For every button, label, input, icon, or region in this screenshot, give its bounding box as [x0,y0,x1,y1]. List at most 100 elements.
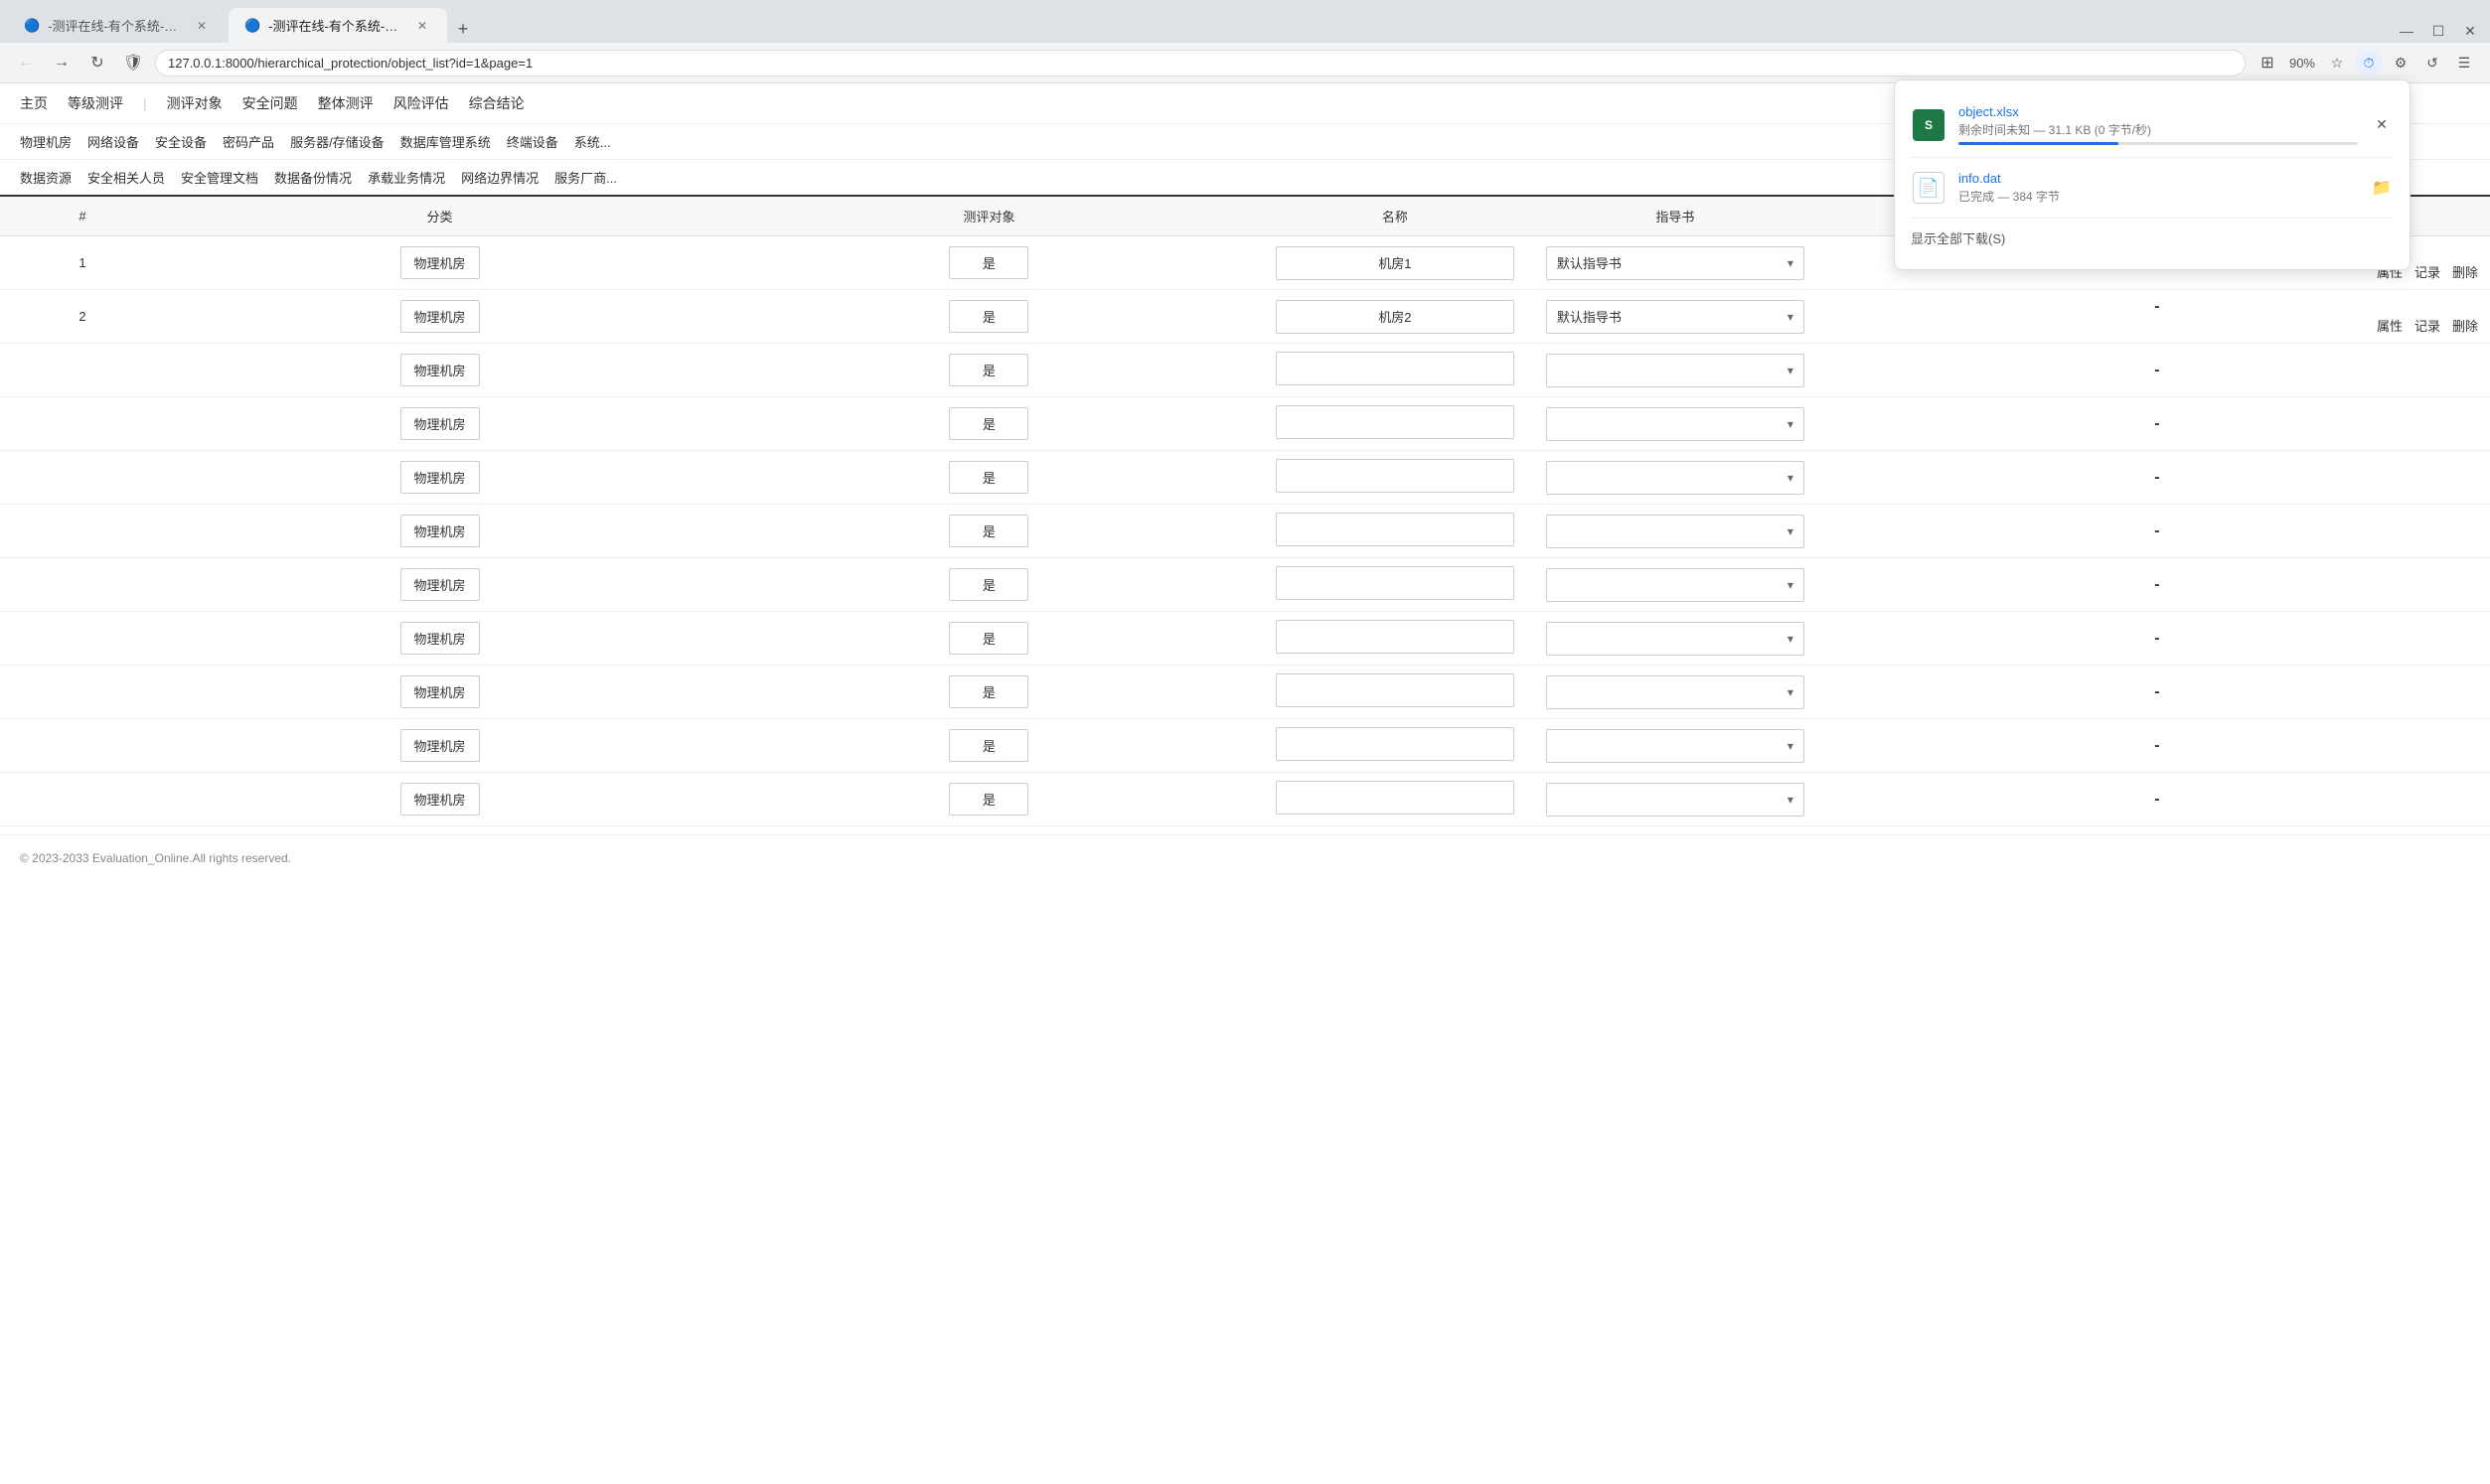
add-tab-button[interactable]: + [449,15,477,43]
sub-nav-server[interactable]: 服务器/存储设备 [290,132,385,151]
close-button[interactable]: ✕ [2458,19,2482,43]
name-input-4[interactable] [1276,459,1514,493]
cell-name-8[interactable] [1264,666,1526,719]
guide-select-3[interactable]: ▾ [1546,407,1804,441]
sub-nav-system[interactable]: 系统... [574,132,611,151]
guide-select-0[interactable]: 默认指导书▾ [1546,246,1804,280]
address-input[interactable] [155,50,2246,76]
cell-name-1[interactable]: 机房2 [1264,290,1526,344]
action-属性-1[interactable]: 属性 [2377,316,2403,335]
sub-nav-security-device[interactable]: 安全设备 [155,132,207,151]
cell-name-6[interactable] [1264,558,1526,612]
sub-nav-database[interactable]: 数据库管理系统 [400,132,491,151]
nav-comprehensive[interactable]: 综合结论 [469,93,525,113]
sub-nav-network-border[interactable]: 网络边界情况 [461,168,539,187]
undo-button[interactable]: ↺ [2418,49,2446,76]
cell-name-0[interactable]: 机房1 [1264,236,1526,290]
cell-name-4[interactable] [1264,451,1526,505]
tab-1-close[interactable]: ✕ [193,17,211,35]
cell-guide-10[interactable]: ▾ [1526,773,1824,826]
guide-select-4[interactable]: ▾ [1546,461,1804,495]
name-input-3[interactable] [1276,405,1514,439]
nav-eval-object[interactable]: 测评对象 [167,93,223,113]
nav-grade-eval[interactable]: 等级测评 [68,93,123,113]
cell-guide-4[interactable]: ▾ [1526,451,1824,505]
sub-nav-data-resource[interactable]: 数据资源 [20,168,72,187]
guide-select-7[interactable]: ▾ [1546,622,1804,656]
nav-risk-eval[interactable]: 风险评估 [393,93,449,113]
cell-num-6 [0,558,165,612]
maximize-button[interactable]: ☐ [2426,19,2450,43]
action-记录-0[interactable]: 记录 [2414,262,2440,281]
sub-nav-physical-room[interactable]: 物理机房 [20,132,72,151]
cell-name-2[interactable] [1264,344,1526,397]
history-button[interactable]: ⏱ [2355,49,2383,76]
tab-1[interactable]: 🔵 -测评在线-有个系统-资产对象 ✕ [8,8,227,43]
cell-name-7[interactable] [1264,612,1526,666]
cell-guide-6[interactable]: ▾ [1526,558,1824,612]
cell-guide-8[interactable]: ▾ [1526,666,1824,719]
cell-guide-3[interactable]: ▾ [1526,397,1824,451]
table-container: # 分类 测评对象 名称 指导书 全部提交 1物理机房是机房1默认指导书▾-属性… [0,197,2490,826]
action-删除-0[interactable]: 删除 [2452,262,2478,281]
download-name-2[interactable]: info.dat [1958,171,2358,186]
guide-select-10[interactable]: ▾ [1546,783,1804,816]
refresh-button[interactable]: ↻ [83,49,111,76]
nav-security-issue[interactable]: 安全问题 [242,93,298,113]
name-input-1[interactable]: 机房2 [1276,300,1514,334]
dash-9: - [2154,737,2159,754]
sub-nav-network-device[interactable]: 网络设备 [87,132,139,151]
sub-nav-data-backup[interactable]: 数据备份情况 [274,168,352,187]
cell-name-10[interactable] [1264,773,1526,826]
name-input-7[interactable] [1276,620,1514,654]
chevron-down-icon: ▾ [1788,471,1793,485]
extensions-button[interactable]: ⊞ [2254,49,2281,76]
tab-2[interactable]: 🔵 -测评在线-有个系统-资产对象 ✕ [229,8,447,43]
tab-2-close[interactable]: ✕ [413,17,431,35]
show-all-downloads-button[interactable]: 显示全部下载(S) [1911,223,2394,253]
cell-actions-4: - [1824,451,2490,505]
sub-nav-business[interactable]: 承载业务情况 [368,168,445,187]
cell-guide-7[interactable]: ▾ [1526,612,1824,666]
sub-nav-terminal[interactable]: 终端设备 [507,132,558,151]
download-name-1[interactable]: object.xlsx [1958,104,2358,119]
nav-home[interactable]: 主页 [20,93,48,113]
name-input-9[interactable] [1276,727,1514,761]
action-删除-1[interactable]: 删除 [2452,316,2478,335]
name-input-2[interactable] [1276,352,1514,385]
cell-guide-0[interactable]: 默认指导书▾ [1526,236,1824,290]
cell-guide-5[interactable]: ▾ [1526,505,1824,558]
sub-nav-crypto[interactable]: 密码产品 [223,132,274,151]
cell-name-9[interactable] [1264,719,1526,773]
name-input-0[interactable]: 机房1 [1276,246,1514,280]
cell-guide-2[interactable]: ▾ [1526,344,1824,397]
name-input-6[interactable] [1276,566,1514,600]
forward-button[interactable]: → [48,49,76,76]
guide-select-5[interactable]: ▾ [1546,515,1804,548]
guide-select-9[interactable]: ▾ [1546,729,1804,763]
download-close-1[interactable]: ✕ [2370,113,2394,137]
guide-select-2[interactable]: ▾ [1546,354,1804,387]
nav-overall-eval[interactable]: 整体测评 [318,93,374,113]
cell-guide-9[interactable]: ▾ [1526,719,1824,773]
cell-guide-1[interactable]: 默认指导书▾ [1526,290,1824,344]
cell-name-3[interactable] [1264,397,1526,451]
menu-button[interactable]: ☰ [2450,49,2478,76]
name-input-5[interactable] [1276,513,1514,546]
cell-actions-9: - [1824,719,2490,773]
back-button[interactable]: ← [12,49,40,76]
cell-name-5[interactable] [1264,505,1526,558]
sub-nav-security-docs[interactable]: 安全管理文档 [181,168,258,187]
star-button[interactable]: ☆ [2323,49,2351,76]
guide-select-6[interactable]: ▾ [1546,568,1804,602]
sub-nav-security-personnel[interactable]: 安全相关人员 [87,168,165,187]
sub-nav-vendor[interactable]: 服务厂商... [554,168,617,187]
name-input-10[interactable] [1276,781,1514,815]
minimize-button[interactable]: — [2395,19,2418,43]
guide-select-8[interactable]: ▾ [1546,675,1804,709]
name-input-8[interactable] [1276,673,1514,707]
action-记录-1[interactable]: 记录 [2414,316,2440,335]
guide-select-1[interactable]: 默认指导书▾ [1546,300,1804,334]
download-folder-button[interactable]: 📁 [2370,176,2394,200]
settings-button[interactable]: ⚙ [2387,49,2414,76]
